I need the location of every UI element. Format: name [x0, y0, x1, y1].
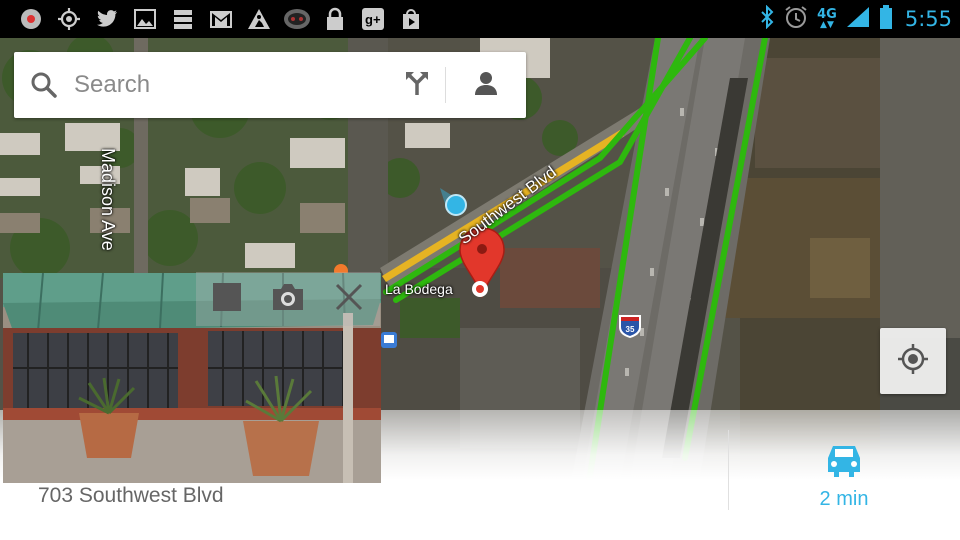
- svg-text:g+: g+: [365, 12, 381, 27]
- search-bar: [14, 52, 526, 118]
- sheet-divider: [728, 430, 729, 510]
- directions-icon: [403, 69, 431, 102]
- directions-button[interactable]: [389, 52, 445, 118]
- account-button[interactable]: [446, 52, 526, 118]
- place-address: 703 Southwest Blvd: [38, 484, 224, 507]
- camera-icon: [271, 282, 305, 317]
- search-icon[interactable]: [14, 52, 74, 118]
- drive-directions-button[interactable]: 2 min: [740, 436, 950, 516]
- data-arrows-icon: ▲▼: [820, 20, 834, 30]
- bus-stop-icon: [381, 332, 397, 348]
- list-icon: [164, 0, 202, 38]
- crosshair-icon: [897, 343, 929, 380]
- camera-button[interactable]: [265, 276, 311, 322]
- status-bar: g+ 4G ▲▼ 5:55: [0, 0, 960, 38]
- drive-time-label: 2 min: [819, 488, 869, 510]
- battery-icon: [879, 4, 893, 34]
- maps-app-screen: g+ 4G ▲▼ 5:55 35 Madison Ave Southwest B…: [0, 0, 960, 540]
- record-icon: [12, 0, 50, 38]
- poi-label[interactable]: La Bodega: [385, 281, 453, 297]
- gallery-icon: [126, 0, 164, 38]
- system-icons: 4G ▲▼ 5:55: [759, 0, 952, 38]
- gps-icon: [50, 0, 88, 38]
- stop-icon: [212, 282, 242, 317]
- construction-icon: [240, 0, 278, 38]
- alarm-icon: [783, 4, 809, 35]
- clock-time: 5:55: [904, 7, 952, 31]
- car-icon: [822, 440, 866, 485]
- close-button[interactable]: [326, 276, 372, 322]
- notification-icons: g+: [0, 0, 430, 38]
- search-input[interactable]: [74, 65, 389, 105]
- bluetooth-icon: [759, 4, 775, 34]
- person-icon: [472, 69, 500, 102]
- gmail-icon: [202, 0, 240, 38]
- signal-icon: [845, 5, 871, 34]
- twitter-icon: [88, 0, 126, 38]
- lock-icon: [316, 0, 354, 38]
- stop-button[interactable]: [204, 276, 250, 322]
- network-type-badge: 4G ▲▼: [817, 8, 837, 30]
- my-location-button[interactable]: [880, 328, 946, 394]
- google-plus-icon: g+: [354, 0, 392, 38]
- street-label-madison: Madison Ave: [98, 148, 118, 251]
- street-view-controls: [196, 272, 380, 326]
- highway-shield-number: 35: [626, 325, 635, 334]
- play-store-icon: [392, 0, 430, 38]
- voicemail-icon: [278, 0, 316, 38]
- close-icon: [334, 282, 364, 317]
